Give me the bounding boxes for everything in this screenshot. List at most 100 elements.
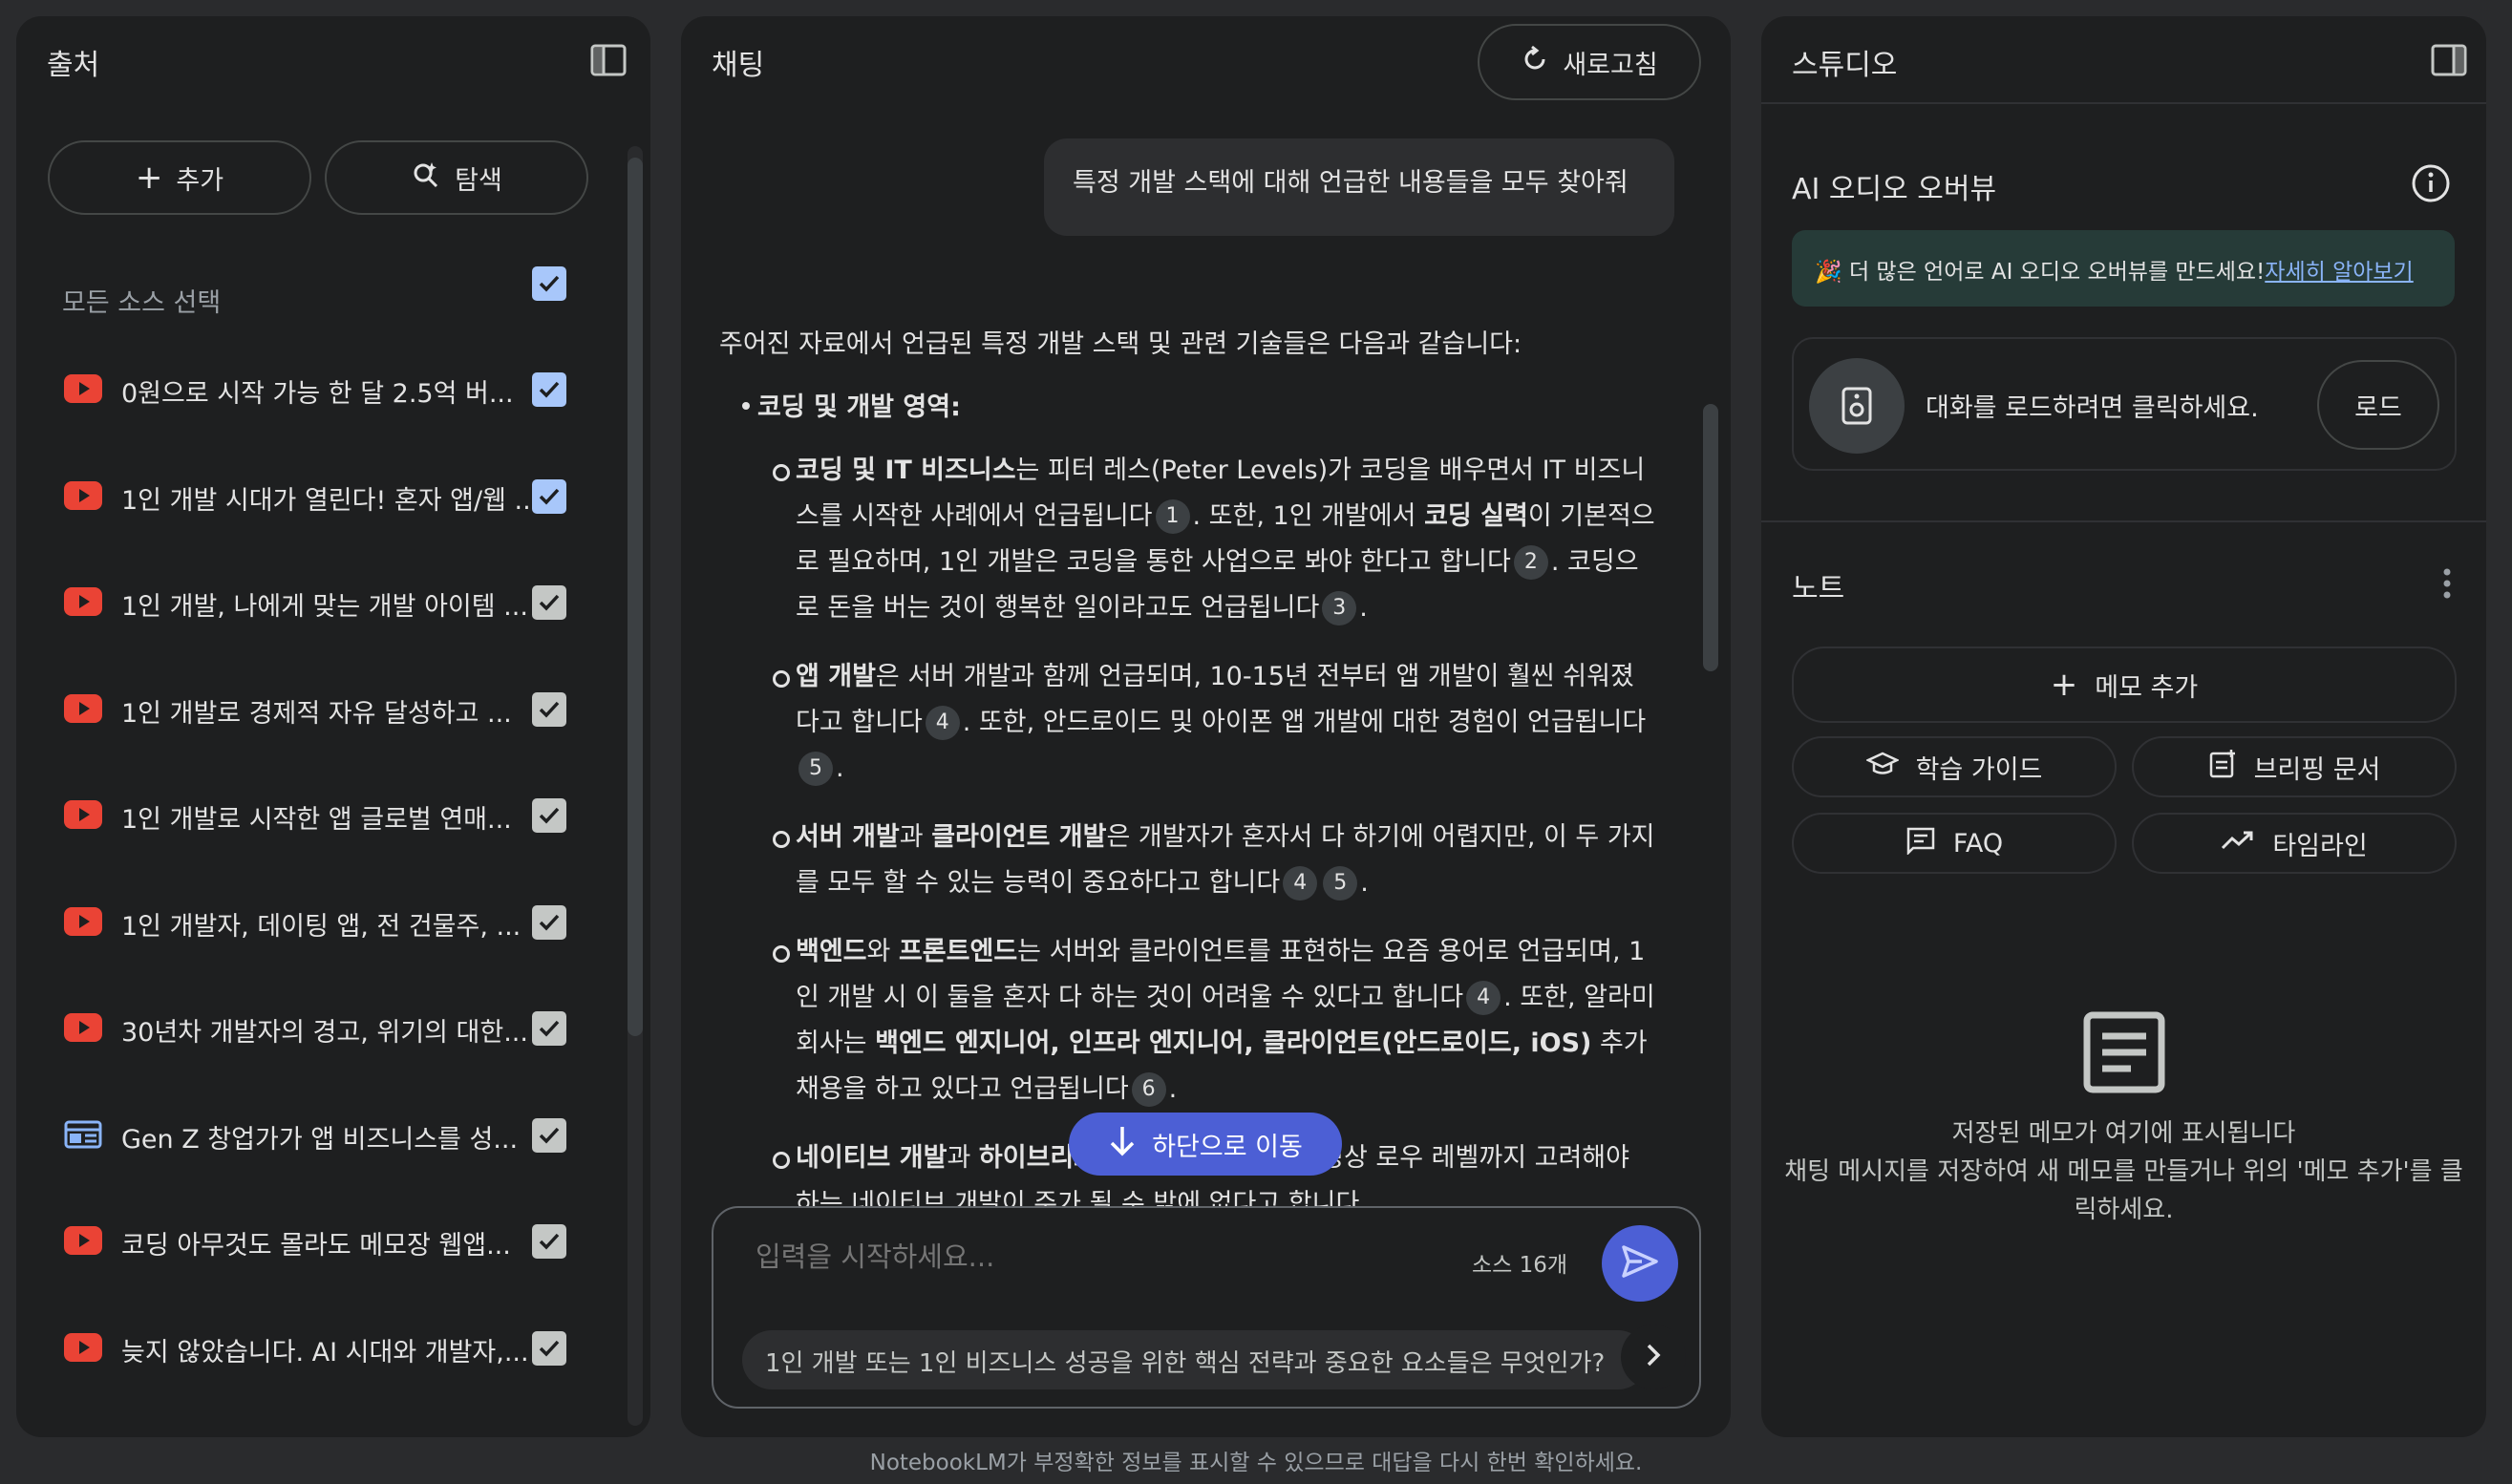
load-prompt-text: 대화를 로드하려면 클릭하세요. [1926, 393, 2259, 423]
send-button[interactable] [1602, 1225, 1678, 1302]
citation-chip[interactable]: 5 [1323, 866, 1358, 901]
studio-title: 스튜디오 [1792, 49, 1898, 82]
citation-chip[interactable]: 4 [1283, 866, 1318, 901]
arrow-down-icon [1108, 1125, 1137, 1164]
response-section-heading: 코딩 및 개발 영역: [719, 385, 1655, 431]
faq-button[interactable]: FAQ [1792, 813, 2117, 874]
document-add-icon [2208, 749, 2237, 786]
youtube-icon [64, 1013, 102, 1042]
refresh-label: 새로고침 [1563, 50, 1658, 80]
youtube-icon [64, 1226, 102, 1255]
collapse-panel-icon[interactable] [589, 41, 628, 79]
load-button[interactable]: 로드 [2317, 360, 2439, 450]
source-item[interactable]: 30년차 개발자의 경고, 위기의 대한... [54, 997, 589, 1064]
speaker-icon [1809, 358, 1905, 454]
suggested-question-chip[interactable]: 1인 개발 또는 1인 비즈니스 성공을 위한 핵심 전략과 중요한 요소들은 … [742, 1330, 1648, 1389]
note-document-icon [2081, 1011, 2167, 1099]
item-text: . [836, 753, 844, 783]
source-checkbox[interactable] [532, 1224, 566, 1259]
learn-more-link[interactable]: 자세히 알아보기 [2265, 260, 2413, 285]
chat-header: 채팅 새로고침 [681, 16, 1731, 104]
audio-load-card[interactable]: 대화를 로드하려면 클릭하세요. 로드 [1792, 337, 2457, 471]
chat-scrollbar-thumb[interactable] [1703, 404, 1718, 671]
source-item[interactable]: 1인 개발, 나에게 맞는 개발 아이템 ... [54, 571, 589, 638]
sparkle-search-icon [411, 159, 441, 197]
youtube-icon [64, 800, 102, 829]
add-note-button[interactable]: + 메모 추가 [1792, 647, 2457, 723]
collapse-panel-icon[interactable] [2430, 41, 2468, 79]
citation-chip[interactable]: 1 [1155, 499, 1190, 534]
citation-chip[interactable]: 6 [1131, 1072, 1166, 1107]
source-title: 1인 개발 시대가 열린다! 혼자 앱/웹 ... [121, 485, 540, 516]
chat-input[interactable] [756, 1240, 1424, 1273]
discover-sources-button[interactable]: 탐색 [325, 140, 588, 215]
source-checkbox[interactable] [532, 798, 566, 833]
timeline-button[interactable]: 타임라인 [2132, 813, 2457, 874]
studio-panel: 스튜디오 AI 오디오 오버뷰 🎉 더 많은 언어로 AI 오디오 오버뷰를 만… [1761, 16, 2486, 1437]
source-item[interactable]: 앱 개발 2개월하고 100억 벌… 미친 [54, 1423, 589, 1437]
scroll-to-bottom-button[interactable]: 하단으로 이동 [1069, 1113, 1342, 1176]
sources-header: 출처 [16, 16, 650, 104]
source-checkbox[interactable] [532, 1011, 566, 1046]
source-title: 1인 개발로 경제적 자유 달성하고 ... [121, 698, 512, 729]
disclaimer-footer: NotebookLM가 부정확한 정보를 표시할 수 있으므로 대답을 다시 한… [869, 1451, 1643, 1475]
sources-panel: 출처 + 추가 탐색 모든 소스 선택 0원으로 시작 가능 한 달 2.5억 … [16, 16, 650, 1437]
notes-empty-state: 저장된 메모가 여기에 표시됩니다 채팅 메시지를 저장하여 새 메모를 만들거… [1761, 1009, 2486, 1229]
source-item[interactable]: 1인 개발로 시작한 앱 글로벌 연매... [54, 784, 589, 851]
item-text: . 또한, 1인 개발에서 [1192, 501, 1425, 531]
sources-scrollbar[interactable] [628, 146, 643, 1426]
refresh-button[interactable]: 새로고침 [1478, 24, 1701, 100]
info-icon[interactable] [2411, 163, 2451, 207]
empty-notes-title: 저장된 메모가 여기에 표시됩니다 [1951, 1119, 2296, 1148]
source-item[interactable]: 코딩 아무것도 몰라도 메모장 웹앱... [54, 1210, 589, 1277]
item-text: . [1168, 1074, 1178, 1104]
citation-chip[interactable]: 3 [1322, 591, 1357, 625]
item-bold: 프론트엔드 [898, 937, 1018, 966]
source-checkbox[interactable] [532, 585, 566, 620]
select-all-checkbox[interactable] [532, 266, 566, 301]
source-item[interactable]: 늦지 않았습니다. AI 시대와 개발자,... [54, 1317, 589, 1384]
source-checkbox[interactable] [532, 691, 566, 727]
plus-icon: + [2050, 666, 2078, 704]
source-checkbox[interactable] [532, 478, 566, 514]
citation-chip[interactable]: 2 [1513, 545, 1548, 580]
item-bold: 서버 개발 [796, 822, 900, 852]
study-guide-button[interactable]: 학습 가이드 [1792, 736, 2117, 797]
web-page-icon [64, 1120, 102, 1149]
item-text: 와 [866, 937, 899, 966]
citation-chip[interactable]: 5 [798, 752, 833, 786]
source-checkbox[interactable] [532, 904, 566, 940]
source-item[interactable]: 0원으로 시작 가능 한 달 2.5억 버... [54, 358, 589, 425]
youtube-icon [64, 906, 102, 936]
section-divider [1761, 520, 2486, 522]
item-text: . [1359, 593, 1368, 623]
trending-up-icon [2221, 829, 2255, 859]
sources-scrollbar-thumb[interactable] [628, 158, 643, 1036]
item-text: 과 [899, 822, 932, 852]
source-item[interactable]: Gen Z 창업가가 앱 비즈니스를 성... [54, 1104, 589, 1171]
next-suggestion-button[interactable] [1621, 1325, 1686, 1389]
source-checkbox[interactable] [532, 1117, 566, 1153]
youtube-icon [64, 1332, 102, 1362]
study-guide-label: 학습 가이드 [1915, 754, 2043, 785]
source-title: Gen Z 창업가가 앱 비즈니스를 성... [121, 1124, 519, 1155]
source-title: 30년차 개발자의 경고, 위기의 대한... [121, 1018, 528, 1048]
item-text: . 또한, 안드로이드 및 아이폰 앱 개발에 대한 경험이 언급됩니다 [962, 708, 1647, 737]
graduation-cap-icon [1864, 751, 1900, 784]
item-bold: 클라이언트 개발 [931, 822, 1107, 852]
discover-label: 탐색 [455, 165, 502, 196]
source-item[interactable]: 1인 개발로 경제적 자유 달성하고 ... [54, 678, 589, 745]
source-item[interactable]: 1인 개발자, 데이팅 앱, 전 건물주, ... [54, 891, 589, 958]
citation-chip[interactable]: 4 [925, 706, 960, 740]
youtube-icon [64, 480, 102, 510]
source-checkbox[interactable] [532, 372, 566, 407]
briefing-doc-button[interactable]: 브리핑 문서 [2132, 736, 2457, 797]
refresh-icon [1521, 45, 1549, 80]
source-checkbox[interactable] [532, 1330, 566, 1366]
source-item[interactable]: 1인 개발 시대가 열린다! 혼자 앱/웹 ... [54, 465, 589, 532]
audio-overview-title: AI 오디오 오버뷰 [1792, 173, 1997, 206]
chat-panel: 채팅 새로고침 특정 개발 스택에 대해 언급한 내용들을 모두 찾아줘 주어진… [681, 16, 1731, 1437]
add-source-button[interactable]: + 추가 [48, 140, 311, 215]
citation-chip[interactable]: 4 [1466, 981, 1501, 1015]
more-vert-icon[interactable] [2441, 566, 2453, 604]
